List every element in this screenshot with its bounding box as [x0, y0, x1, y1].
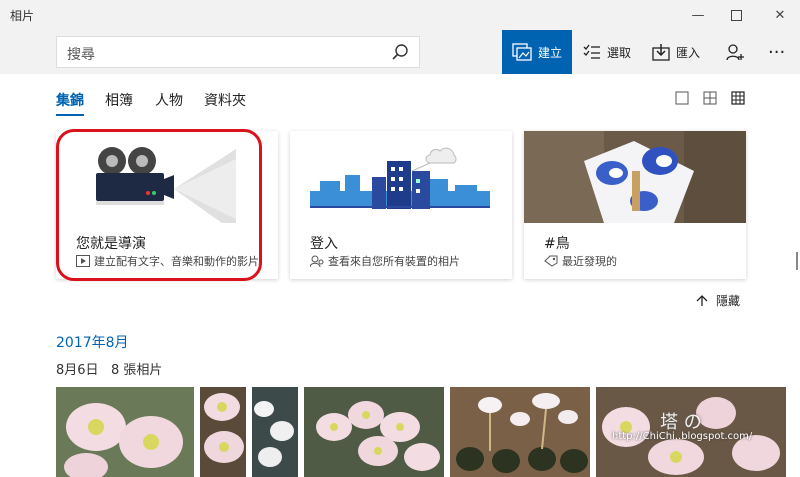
minimize-icon: —	[691, 7, 705, 23]
title-bar: 相片 — ✕	[0, 0, 800, 30]
photo-thumbnail[interactable]	[304, 387, 444, 477]
card-subtitle: 最近發現的	[562, 255, 617, 268]
search-box[interactable]: 搜尋	[56, 36, 420, 68]
date-heading: 8月6日 8 張相片	[56, 359, 162, 378]
photo-thumbnail[interactable]	[56, 387, 194, 477]
card-title: 登入	[310, 236, 338, 252]
bird-photo	[524, 131, 746, 223]
card-subtitle: 查看來自您所有裝置的相片	[328, 255, 460, 268]
city-skyline-icon	[310, 147, 490, 209]
tab-collection[interactable]: 集錦	[56, 90, 84, 116]
card-title: #鳥	[544, 236, 570, 252]
create-label: 建立	[537, 45, 562, 60]
search-icon[interactable]	[391, 43, 409, 61]
tag-icon	[544, 255, 558, 267]
close-button[interactable]: ✕	[760, 0, 800, 30]
card-subtitle-row: 查看來自您所有裝置的相片	[310, 253, 460, 269]
scrollbar[interactable]	[796, 252, 798, 270]
select-button[interactable]: 選取	[583, 30, 631, 74]
watermark-url: http://ChiChi..blogspot.com/	[612, 431, 753, 442]
user-add-icon	[726, 44, 744, 61]
month-heading[interactable]: 2017年8月	[56, 332, 129, 352]
minimize-button[interactable]: —	[678, 0, 718, 30]
view-large-icon[interactable]	[674, 90, 690, 106]
hide-button[interactable]: 隱藏	[696, 292, 740, 309]
hide-label: 隱藏	[716, 294, 741, 308]
card-birds[interactable]: #鳥 最近發現的	[524, 131, 746, 279]
photo-count: 8 張相片	[110, 363, 163, 378]
more-icon: ···	[768, 41, 786, 63]
maximize-icon	[730, 9, 742, 21]
account-button[interactable]	[726, 30, 744, 74]
maximize-button[interactable]	[716, 0, 756, 30]
photo-thumbnail[interactable]	[252, 387, 298, 477]
tab-folders[interactable]: 資料夾	[204, 90, 246, 114]
highlight-annotation	[56, 129, 262, 281]
select-label: 選取	[607, 45, 632, 60]
view-medium-icon[interactable]	[702, 90, 718, 106]
import-icon	[652, 44, 670, 61]
create-icon	[512, 43, 532, 61]
card-subtitle-row: 最近發現的	[544, 253, 617, 269]
import-label: 匯入	[676, 45, 701, 60]
tab-people[interactable]: 人物	[155, 90, 183, 114]
tab-albums[interactable]: 相簿	[105, 90, 133, 114]
more-button[interactable]: ···	[768, 30, 785, 74]
people-icon	[310, 255, 324, 267]
search-input[interactable]: 搜尋	[67, 44, 95, 64]
import-button[interactable]: 匯入	[652, 30, 700, 74]
card-sign-in[interactable]: 登入 查看來自您所有裝置的相片	[290, 131, 512, 279]
photo-thumbnail[interactable]	[450, 387, 590, 477]
create-button[interactable]: 建立	[502, 30, 572, 74]
close-icon: ✕	[774, 7, 786, 23]
view-small-icon[interactable]	[730, 90, 746, 106]
app-title: 相片	[10, 9, 35, 23]
arrow-up-icon	[696, 294, 708, 306]
toolbar: 搜尋 建立 選取 匯入 ···	[0, 30, 800, 74]
photo-thumbnail[interactable]	[200, 387, 246, 477]
date-label: 8月6日	[56, 363, 99, 378]
checklist-icon	[583, 44, 600, 59]
main-content: 集錦 相簿 人物 資料夾 您就是導演 建立配有文字、音樂和動作的影片 登入 查看…	[0, 74, 800, 477]
